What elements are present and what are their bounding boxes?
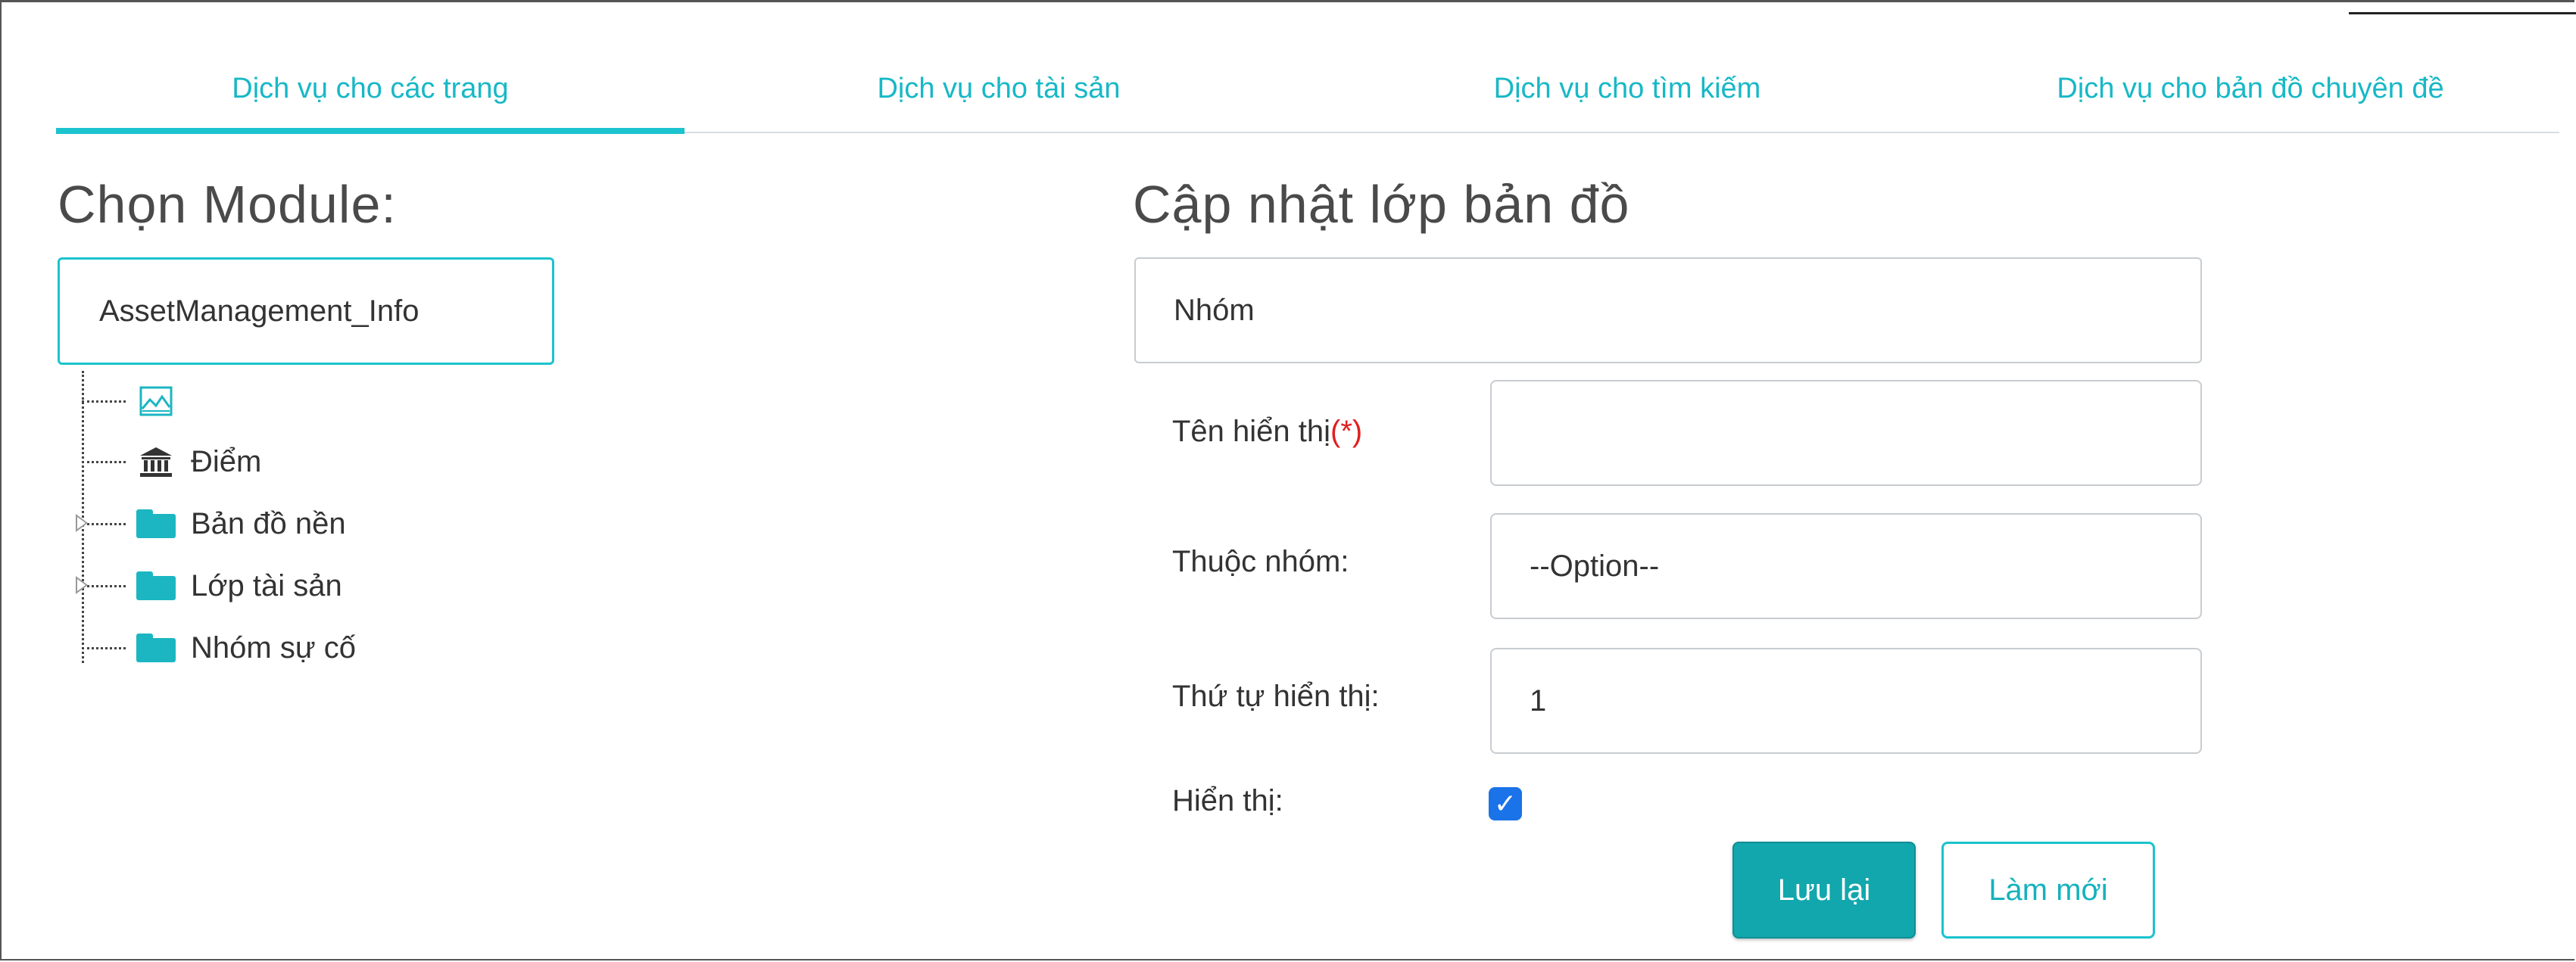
- display-name-label: Tên hiển thị(*): [1172, 415, 1362, 449]
- reset-button[interactable]: Làm mới: [1941, 842, 2155, 939]
- tree-node-base-map[interactable]: Bản đồ nền: [76, 493, 346, 554]
- group-field[interactable]: Nhóm: [1134, 257, 2202, 363]
- folder-icon: [135, 631, 177, 665]
- module-select[interactable]: AssetManagement_Info: [58, 257, 554, 365]
- tree-node-label: Điểm: [191, 444, 262, 478]
- layer-tree: Điểm Bản đồ nền Lớp tài sản Nhóm sự cố: [76, 371, 606, 689]
- tab-assets-service[interactable]: Dịch vụ cho tài sản: [685, 45, 1313, 132]
- tab-search-service[interactable]: Dịch vụ cho tìm kiếm: [1313, 45, 1941, 132]
- map-image-icon: [135, 384, 177, 418]
- module-section-title: Chọn Module:: [58, 175, 397, 234]
- tree-node-asset-layer[interactable]: Lớp tài sản: [76, 556, 342, 616]
- folder-icon: [135, 507, 177, 540]
- expand-arrow-icon[interactable]: [76, 514, 88, 532]
- tab-pages-service[interactable]: Dịch vụ cho các trang: [56, 45, 685, 134]
- parent-group-select[interactable]: --Option--: [1490, 513, 2202, 619]
- tree-node-diem[interactable]: Điểm: [76, 431, 261, 492]
- tree-node-incident-group[interactable]: Nhóm sự cố: [76, 618, 356, 678]
- tree-node-label: Nhóm sự cố: [191, 630, 356, 665]
- tree-node-label: Lớp tài sản: [191, 568, 342, 602]
- tree-branch-line: [82, 460, 126, 463]
- tree-node-label: Bản đồ nền: [191, 506, 346, 540]
- display-order-input[interactable]: 1: [1490, 648, 2202, 754]
- update-layer-title: Cập nhật lớp bản đồ: [1133, 175, 1630, 234]
- display-order-label: Thứ tự hiển thị:: [1172, 680, 1380, 713]
- expand-arrow-icon[interactable]: [76, 576, 88, 594]
- visible-checkbox[interactable]: ✓: [1489, 787, 1522, 820]
- save-button[interactable]: Lưu lại: [1732, 842, 1916, 939]
- tree-branch-line: [82, 400, 126, 403]
- service-tabs: Dịch vụ cho các trang Dịch vụ cho tài sả…: [56, 45, 2559, 134]
- bank-building-icon: [135, 445, 177, 478]
- required-mark: (*): [1330, 415, 1363, 448]
- tab-thematic-map-service[interactable]: Dịch vụ cho bản đồ chuyên đề: [1941, 45, 2559, 132]
- folder-icon: [135, 569, 177, 602]
- display-name-input[interactable]: [1490, 380, 2202, 486]
- display-name-label-text: Tên hiển thị: [1172, 415, 1331, 448]
- tree-node-image[interactable]: [76, 371, 191, 431]
- top-right-edge: [2349, 12, 2576, 14]
- tree-branch-line: [82, 646, 126, 649]
- tree-branch-line: [82, 522, 126, 525]
- parent-group-label: Thuộc nhóm:: [1172, 545, 1349, 578]
- tree-branch-line: [82, 584, 126, 587]
- visible-label: Hiển thị:: [1172, 784, 1283, 817]
